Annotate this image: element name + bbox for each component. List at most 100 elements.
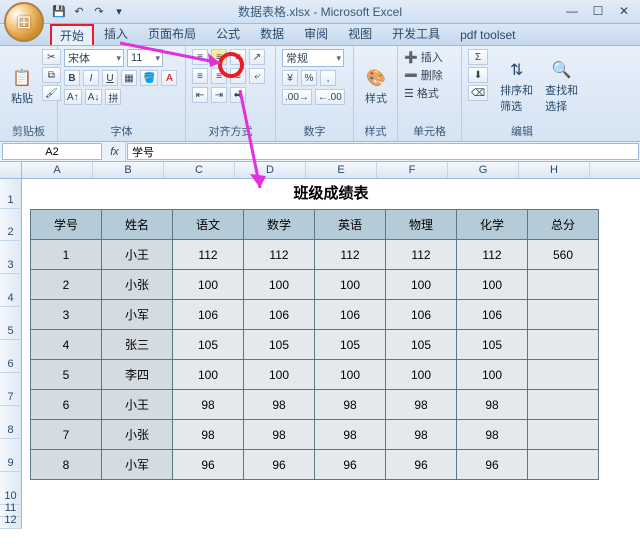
bold-button[interactable]: B	[64, 70, 80, 86]
minimize-button[interactable]: —	[560, 2, 584, 20]
increase-decimal-button[interactable]: .00→	[282, 89, 312, 105]
row-header-7[interactable]: 7	[0, 373, 22, 406]
format-cells-button[interactable]: ☰格式	[404, 85, 455, 101]
tab-5[interactable]: 审阅	[294, 22, 338, 45]
data-cell[interactable]: 100	[173, 270, 244, 300]
data-cell[interactable]: 98	[457, 390, 528, 420]
header-cell[interactable]: 总分	[528, 210, 599, 240]
align-right-button[interactable]: ≡	[230, 68, 246, 84]
tab-8[interactable]: pdf toolset	[450, 25, 525, 45]
fx-button[interactable]: fx	[104, 142, 126, 161]
row-header-12[interactable]: 12	[0, 517, 22, 529]
tab-4[interactable]: 数据	[250, 22, 294, 45]
data-cell[interactable]: 560	[528, 240, 599, 270]
office-button[interactable]: ⊞	[4, 2, 44, 42]
header-cell[interactable]: 英语	[315, 210, 386, 240]
data-cell[interactable]: 112	[386, 240, 457, 270]
decrease-decimal-button[interactable]: ←.00	[315, 89, 345, 105]
data-cell[interactable]: 5	[31, 360, 102, 390]
qat-redo[interactable]: ↷	[90, 3, 108, 21]
orientation-button[interactable]: ↗	[249, 49, 265, 65]
find-button[interactable]: 🔍 查找和 选择	[541, 49, 582, 122]
data-cell[interactable]: 98	[457, 420, 528, 450]
col-header-C[interactable]: C	[164, 162, 235, 178]
name-box[interactable]: A2	[2, 143, 102, 160]
data-cell[interactable]: 3	[31, 300, 102, 330]
data-cell[interactable]: 2	[31, 270, 102, 300]
data-cell[interactable]: 100	[244, 360, 315, 390]
data-cell[interactable]: 105	[244, 330, 315, 360]
autosum-button[interactable]: Σ	[468, 49, 488, 65]
col-header-G[interactable]: G	[448, 162, 519, 178]
row-header-5[interactable]: 5	[0, 307, 22, 340]
data-cell[interactable]: 小军	[102, 450, 173, 480]
paste-button[interactable]: 📋 粘贴	[6, 49, 38, 122]
percent-button[interactable]: %	[301, 70, 317, 86]
shrink-font-button[interactable]: A↓	[85, 89, 103, 105]
col-header-D[interactable]: D	[235, 162, 306, 178]
sort-button[interactable]: ⇅ 排序和 筛选	[496, 49, 537, 122]
fill-button[interactable]: 🪣	[140, 70, 158, 86]
data-cell[interactable]: 98	[244, 420, 315, 450]
col-header-B[interactable]: B	[93, 162, 164, 178]
tab-2[interactable]: 页面布局	[138, 22, 206, 45]
col-header-H[interactable]: H	[519, 162, 590, 178]
underline-button[interactable]: U	[102, 70, 118, 86]
row-header-10[interactable]: 10	[0, 472, 22, 505]
header-cell[interactable]: 语文	[173, 210, 244, 240]
number-format-combo[interactable]: 常规	[282, 49, 344, 67]
data-cell[interactable]: 98	[315, 420, 386, 450]
formula-input[interactable]: 学号	[127, 143, 639, 160]
increase-indent-button[interactable]: ⇥	[211, 87, 227, 103]
close-button[interactable]: ✕	[612, 2, 636, 20]
data-cell[interactable]: 小军	[102, 300, 173, 330]
header-cell[interactable]: 物理	[386, 210, 457, 240]
data-cell[interactable]: 105	[457, 330, 528, 360]
data-cell[interactable]: 106	[457, 300, 528, 330]
header-cell[interactable]: 学号	[31, 210, 102, 240]
data-cell[interactable]: 100	[315, 270, 386, 300]
select-all-corner[interactable]	[0, 162, 22, 178]
styles-button[interactable]: 🎨 样式	[360, 49, 392, 122]
row-header-4[interactable]: 4	[0, 274, 22, 307]
data-cell[interactable]: 96	[386, 450, 457, 480]
tab-0[interactable]: 开始	[50, 24, 94, 45]
data-cell[interactable]: 1	[31, 240, 102, 270]
data-cell[interactable]: 112	[173, 240, 244, 270]
font-size-combo[interactable]: 11	[127, 49, 163, 67]
data-cell[interactable]: 100	[386, 360, 457, 390]
row-header-3[interactable]: 3	[0, 241, 22, 274]
font-name-combo[interactable]: 宋体	[64, 49, 124, 67]
header-cell[interactable]: 化学	[457, 210, 528, 240]
data-cell[interactable]: 4	[31, 330, 102, 360]
data-cell[interactable]: 小张	[102, 420, 173, 450]
data-cell[interactable]	[528, 420, 599, 450]
data-cell[interactable]: 106	[244, 300, 315, 330]
data-cell[interactable]: 100	[173, 360, 244, 390]
data-cell[interactable]: 105	[386, 330, 457, 360]
data-cell[interactable]: 98	[315, 390, 386, 420]
align-middle-button[interactable]: ≡	[211, 49, 227, 65]
wrap-text-button[interactable]: ⤶	[249, 68, 265, 84]
data-cell[interactable]: 106	[315, 300, 386, 330]
align-bottom-button[interactable]: ≡	[230, 49, 246, 65]
row-header-9[interactable]: 9	[0, 439, 22, 472]
maximize-button[interactable]: ☐	[586, 2, 610, 20]
data-cell[interactable]: 小王	[102, 390, 173, 420]
tab-1[interactable]: 插入	[94, 22, 138, 45]
data-cell[interactable]: 96	[244, 450, 315, 480]
fill-down-button[interactable]: ⬇	[468, 67, 488, 83]
header-cell[interactable]: 姓名	[102, 210, 173, 240]
align-top-button[interactable]: ≡	[192, 49, 208, 65]
merge-button[interactable]: ⬌	[230, 87, 246, 103]
data-cell[interactable]: 105	[315, 330, 386, 360]
data-cell[interactable]: 100	[457, 360, 528, 390]
grow-font-button[interactable]: A↑	[64, 89, 82, 105]
qat-save[interactable]: 💾	[50, 3, 68, 21]
data-cell[interactable]: 96	[457, 450, 528, 480]
row-header-1[interactable]: 1	[0, 179, 22, 209]
data-cell[interactable]	[528, 450, 599, 480]
data-cell[interactable]: 112	[457, 240, 528, 270]
header-cell[interactable]: 数学	[244, 210, 315, 240]
border-button[interactable]: ▦	[121, 70, 137, 86]
